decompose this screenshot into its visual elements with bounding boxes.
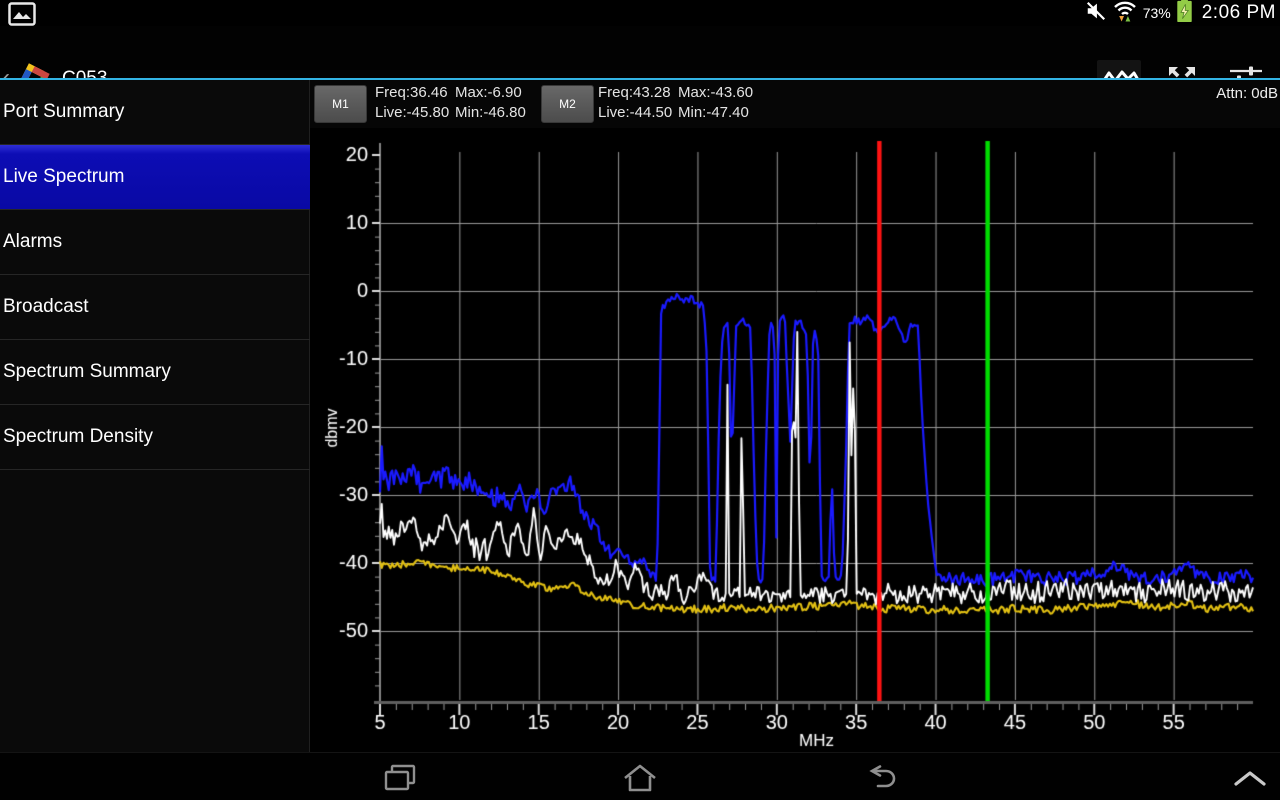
status-icons: 73% 2:06 PM <box>1085 1 1276 25</box>
clock: 2:06 PM <box>1202 2 1276 24</box>
chart-panel: M1 Freq:36.46Live:-45.80 Max:-6.90Min:-4… <box>310 80 1280 752</box>
marker-m2-button[interactable]: M2 <box>541 85 594 123</box>
attenuation-label: Attn: 0dB <box>1216 85 1278 102</box>
nav-bar <box>0 752 1280 800</box>
mute-icon <box>1085 0 1107 27</box>
sidebar-item-broadcast[interactable]: Broadcast <box>0 275 310 340</box>
marker-m2-freq-live: Freq:43.28Live:-44.50 <box>598 83 672 123</box>
status-bar: 73% 2:06 PM <box>0 0 1280 26</box>
chevron-up-icon[interactable] <box>1228 761 1272 795</box>
marker-m1-freq-live: Freq:36.46Live:-45.80 <box>375 83 449 123</box>
marker-m1-max-min: Max:-6.90Min:-46.80 <box>455 83 526 123</box>
back-icon[interactable] <box>858 761 902 795</box>
sidebar-item-port-summary[interactable]: Port Summary <box>0 80 310 145</box>
sidebar-item-spectrum-density[interactable]: Spectrum Density <box>0 405 310 470</box>
marker-bar: M1 Freq:36.46Live:-45.80 Max:-6.90Min:-4… <box>310 80 1280 128</box>
sidebar: Port Summary Live Spectrum Alarms Broadc… <box>0 80 310 752</box>
battery-charging-icon <box>1176 0 1193 28</box>
sidebar-item-alarms[interactable]: Alarms <box>0 210 310 275</box>
recents-icon[interactable] <box>378 761 422 795</box>
screen: 73% 2:06 PM ‹ C053 <box>0 0 1280 800</box>
sidebar-item-spectrum-summary[interactable]: Spectrum Summary <box>0 340 310 405</box>
spectrum-chart-canvas[interactable] <box>310 128 1280 752</box>
home-icon[interactable] <box>618 761 662 795</box>
sidebar-item-live-spectrum[interactable]: Live Spectrum <box>0 145 310 210</box>
marker-m2-max-min: Max:-43.60Min:-47.40 <box>678 83 753 123</box>
marker-m1-button[interactable]: M1 <box>314 85 367 123</box>
action-bar: ‹ C053 <box>0 26 1280 78</box>
battery-percent: 73% <box>1143 5 1171 21</box>
wifi-updown-icon <box>1112 0 1138 28</box>
